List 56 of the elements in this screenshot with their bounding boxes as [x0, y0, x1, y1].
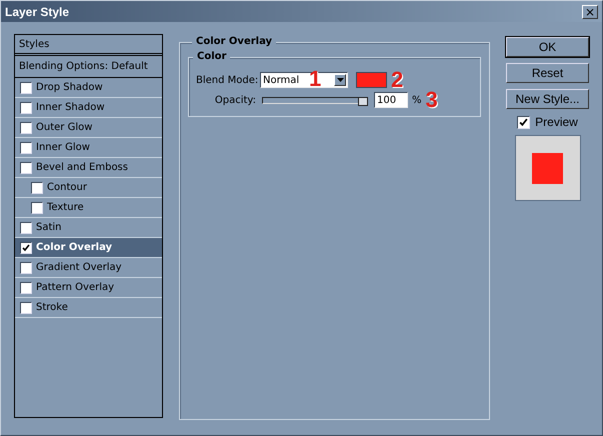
preview-label: Preview — [535, 115, 578, 129]
dialog-button[interactable]: New Style... — [506, 89, 589, 109]
style-item[interactable]: Outer Glow — [15, 118, 162, 138]
checkbox[interactable] — [20, 102, 32, 114]
checkbox[interactable] — [20, 302, 32, 314]
checkbox[interactable] — [31, 202, 43, 214]
checkbox[interactable] — [20, 262, 32, 274]
preview-checkbox[interactable] — [517, 116, 530, 128]
style-label: Contour — [47, 182, 87, 193]
style-label: Stroke — [36, 302, 68, 313]
annotation-number: 3 — [426, 90, 438, 110]
style-item[interactable]: Color Overlay — [15, 238, 162, 258]
percent-label: % — [412, 94, 422, 106]
opacity-field[interactable]: 100 — [374, 92, 408, 108]
style-item[interactable]: Bevel and Emboss — [15, 158, 162, 178]
style-item[interactable]: Drop Shadow — [15, 78, 162, 98]
styles-header[interactable]: Styles — [15, 35, 162, 56]
close-button[interactable]: × — [582, 4, 598, 18]
style-item[interactable]: Texture — [15, 198, 162, 218]
dialog-button[interactable]: OK — [506, 37, 589, 57]
field-label: Blend Mode: — [196, 74, 256, 86]
group-title: Color Overlay — [192, 36, 276, 47]
checkbox[interactable] — [20, 142, 32, 154]
checkbox[interactable] — [20, 282, 32, 294]
color-swatch[interactable] — [356, 72, 387, 88]
style-item[interactable]: Stroke — [15, 298, 162, 318]
style-label: Inner Shadow — [36, 102, 105, 113]
field-label: Opacity: — [214, 94, 256, 106]
checkbox[interactable] — [20, 222, 32, 234]
annotation-number: 1 — [309, 69, 322, 89]
style-label: Color Overlay — [36, 242, 112, 253]
style-label: Texture — [47, 202, 84, 213]
group-title: Color — [193, 51, 230, 62]
style-label: Pattern Overlay — [36, 282, 114, 293]
style-item[interactable]: Inner Shadow — [15, 98, 162, 118]
window-title: Layer Style — [5, 4, 70, 18]
style-item[interactable]: Contour — [15, 178, 162, 198]
style-label: Satin — [36, 222, 62, 233]
checkbox[interactable] — [31, 182, 43, 194]
blend-mode-dropdown[interactable]: Normal 1 — [260, 72, 348, 88]
dialog-button[interactable]: Reset — [506, 63, 589, 83]
checkbox[interactable] — [20, 162, 32, 174]
annotation-number: 2 — [391, 70, 404, 90]
style-item[interactable]: Gradient Overlay — [15, 258, 162, 278]
style-label: Bevel and Emboss — [36, 162, 128, 173]
style-label: Inner Glow — [36, 142, 90, 153]
style-item[interactable]: Inner Glow — [15, 138, 162, 158]
checkbox[interactable] — [20, 122, 32, 134]
preview-thumbnail — [514, 135, 580, 201]
style-label: Gradient Overlay — [36, 262, 122, 273]
checkbox[interactable] — [20, 242, 32, 254]
style-label: Outer Glow — [36, 122, 92, 133]
style-item[interactable]: Pattern Overlay — [15, 278, 162, 298]
checkbox[interactable] — [20, 82, 32, 94]
blending-options-item[interactable]: Blending Options: Default — [15, 56, 162, 78]
style-label: Drop Shadow — [36, 82, 103, 93]
